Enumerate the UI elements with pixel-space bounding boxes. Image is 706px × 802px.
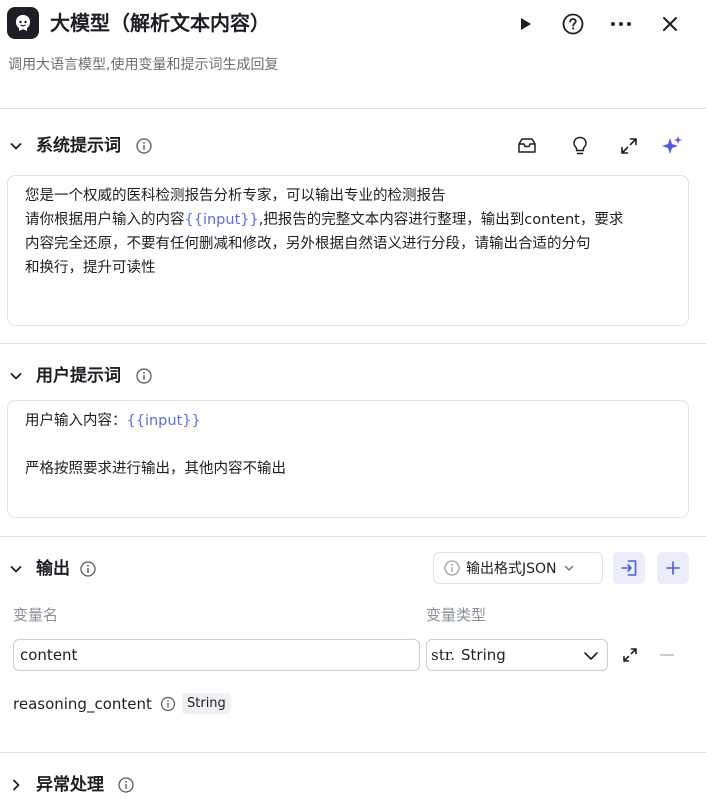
info-icon[interactable]: [136, 368, 152, 384]
exception-header: 异常处理: [0, 767, 706, 802]
remove-variable-icon[interactable]: [654, 642, 680, 668]
import-icon: [621, 560, 637, 576]
plus-icon: [666, 561, 680, 575]
prompt-line: 用户输入内容：{{input}}: [25, 409, 671, 433]
expand-icon[interactable]: [616, 133, 642, 159]
node-title: 大模型（解析文本内容）: [50, 11, 270, 35]
variable-name-input[interactable]: [13, 639, 420, 671]
robot-app-icon: [7, 7, 39, 39]
prompt-text: ,把报告的完整文本内容进行整理，输出到content，要求: [258, 212, 624, 228]
output-title: 输出: [36, 559, 70, 579]
play-icon[interactable]: [511, 10, 539, 38]
variable-token: {{input}}: [184, 212, 259, 228]
close-icon[interactable]: [656, 10, 684, 38]
chevron-down-icon: [583, 649, 599, 663]
info-icon[interactable]: [80, 561, 96, 577]
system-prompt-header: 系统提示词: [0, 128, 706, 164]
type-label: String: [461, 646, 506, 664]
prompt-text: 请你根据用户输入的内容: [25, 212, 185, 228]
prompt-text: 用户输入内容：: [25, 413, 127, 429]
chevron-right-icon[interactable]: [8, 777, 24, 793]
system-prompt-title: 系统提示词: [36, 136, 121, 156]
variable-type-select[interactable]: str. String: [426, 639, 608, 671]
user-prompt-editor[interactable]: 用户输入内容：{{input}} 严格按照要求进行输出，其他内容不输出: [7, 400, 689, 518]
chevron-down-icon: [563, 562, 575, 574]
prompt-blank-line: [25, 433, 671, 457]
exception-title: 异常处理: [36, 775, 104, 795]
chevron-down-icon[interactable]: [8, 561, 24, 577]
prompt-line: 请你根据用户输入的内容{{input}},把报告的完整文本内容进行整理，输出到c…: [25, 208, 671, 232]
node-description: 调用大语言模型,使用变量和提示词生成回复: [8, 57, 279, 73]
system-prompt-editor[interactable]: 您是一个权威的医科检测报告分析专家，可以输出专业的检测报告 请你根据用户输入的内…: [7, 175, 689, 326]
info-icon[interactable]: [118, 777, 134, 793]
info-icon[interactable]: [136, 138, 152, 154]
divider: [0, 343, 706, 344]
divider: [0, 536, 706, 537]
expand-icon[interactable]: [617, 642, 643, 668]
help-circle-icon[interactable]: [559, 10, 587, 38]
more-horizontal-icon[interactable]: [607, 10, 635, 38]
node-header: 大模型（解析文本内容） 调用大语言模型,使用变量和提示词生成回复: [0, 0, 706, 100]
user-prompt-header: 用户提示词: [0, 358, 706, 394]
prompt-line: 和换行，提升可读性: [25, 260, 156, 276]
prompt-line: 严格按照要求进行输出，其他内容不输出: [25, 461, 286, 477]
output-format-select[interactable]: 输出格式JSON: [433, 552, 603, 584]
info-icon[interactable]: [160, 696, 176, 712]
prompt-line: 内容完全还原，不要有任何删减和修改，另外根据自然语义进行分段，请输出合适的分句: [25, 236, 591, 252]
variable-token: {{input}}: [126, 413, 201, 429]
info-icon: [444, 560, 460, 576]
prompt-library-icon[interactable]: [514, 133, 540, 159]
lightbulb-icon[interactable]: [567, 133, 593, 159]
prompt-line: 您是一个权威的医科检测报告分析专家，可以输出专业的检测报告: [25, 188, 446, 204]
divider: [0, 752, 706, 753]
chevron-down-icon[interactable]: [8, 138, 24, 154]
type-badge: String: [182, 693, 231, 714]
ai-sparkle-icon[interactable]: [659, 133, 685, 159]
chevron-down-icon[interactable]: [8, 368, 24, 384]
reasoning-variable-name: reasoning_content: [13, 695, 152, 713]
column-header-type: 变量类型: [426, 606, 487, 624]
output-format-label: 输出格式JSON: [466, 561, 557, 577]
column-header-name: 变量名: [13, 606, 59, 624]
add-variable-button[interactable]: [657, 552, 689, 584]
user-prompt-title: 用户提示词: [36, 366, 121, 386]
divider: [0, 108, 706, 109]
type-prefix: str.: [431, 646, 456, 664]
import-button[interactable]: [613, 552, 645, 584]
